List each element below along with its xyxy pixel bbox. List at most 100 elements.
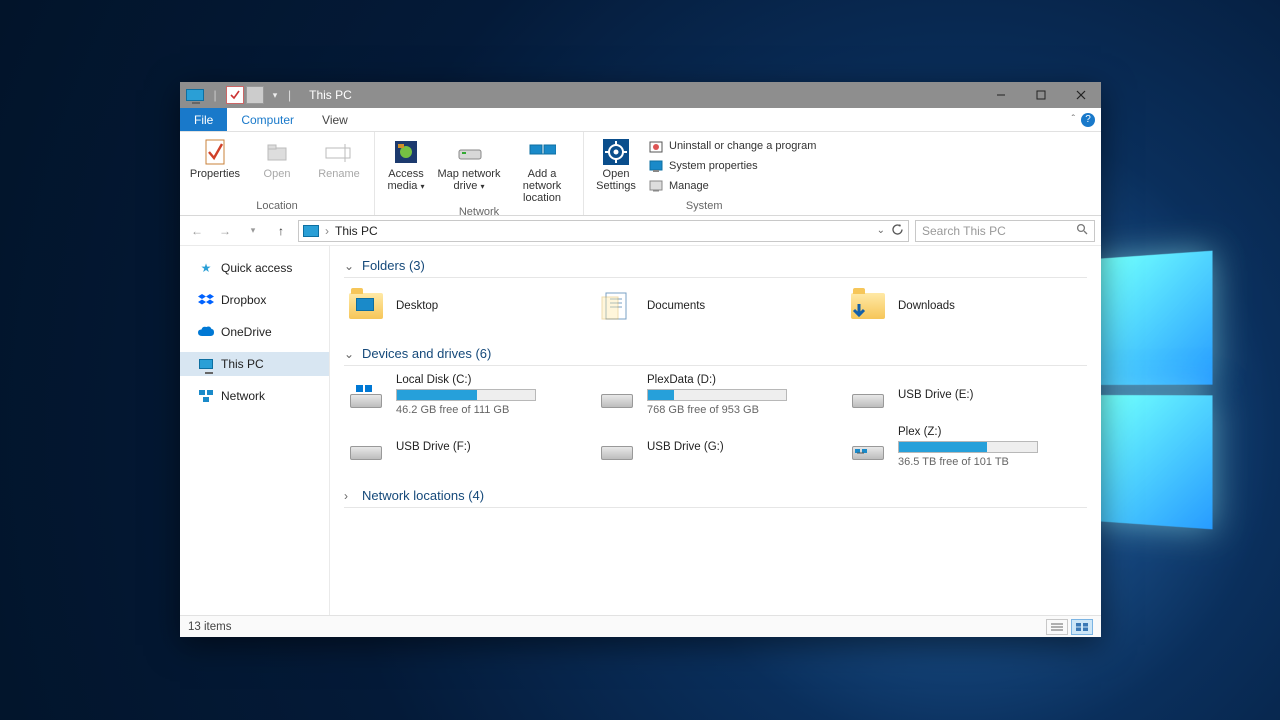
dropbox-icon <box>198 292 214 308</box>
star-icon: ★ <box>198 260 214 276</box>
drive-name: Plex (Z:) <box>898 426 1085 438</box>
manage-button[interactable]: Manage <box>646 176 818 196</box>
properties-qat-icon[interactable] <box>226 86 244 104</box>
tiles-view-button[interactable] <box>1071 619 1093 635</box>
drive-name: PlexData (D:) <box>647 374 834 386</box>
qat-unknown-icon[interactable] <box>246 86 264 104</box>
details-view-button[interactable] <box>1046 619 1068 635</box>
ribbon-group-network: Access media ▾ Map network drive ▾ Add a… <box>375 132 584 215</box>
close-button[interactable] <box>1061 82 1101 108</box>
capacity-bar <box>898 441 1038 453</box>
chevron-right-icon: › <box>344 489 356 503</box>
sidebar-item-dropbox[interactable]: Dropbox <box>180 288 329 312</box>
sidebar-item-quick-access[interactable]: ★ Quick access <box>180 256 329 280</box>
tab-file[interactable]: File <box>180 108 227 131</box>
drive-item[interactable]: Plex (Z:)36.5 TB free of 101 TB <box>846 424 1087 470</box>
address-dropdown-icon[interactable]: ⌄ <box>877 225 885 236</box>
uninstall-program-button[interactable]: Uninstall or change a program <box>646 136 818 156</box>
collapse-ribbon-icon[interactable]: ˆ <box>1072 114 1075 125</box>
onedrive-icon <box>198 324 214 340</box>
drive-item[interactable]: PlexData (D:) 768 GB free of 953 GB <box>595 372 836 418</box>
back-button[interactable]: ← <box>186 220 208 242</box>
navigation-row: ← → ▾ ↑ › This PC ⌄ Search This PC <box>180 216 1101 246</box>
drive-item[interactable]: USB Drive (E:) <box>846 372 1087 418</box>
properties-button[interactable]: Properties <box>186 134 244 180</box>
add-network-location-button[interactable]: Add a network location <box>507 134 577 204</box>
content-pane[interactable]: ⌄ Folders (3) DesktopDocumentsDownloads … <box>330 246 1101 615</box>
drive-icon <box>346 375 386 415</box>
folder-name: Downloads <box>898 300 1085 312</box>
drive-name: USB Drive (F:) <box>396 441 583 453</box>
up-button[interactable]: ↑ <box>270 220 292 242</box>
navigation-pane: ★ Quick access Dropbox OneDrive This P <box>180 246 330 615</box>
sidebar-item-onedrive[interactable]: OneDrive <box>180 320 329 344</box>
rename-button: Rename <box>310 134 368 180</box>
map-network-drive-button[interactable]: Map network drive ▾ <box>435 134 503 192</box>
chevron-down-icon: ⌄ <box>344 347 356 361</box>
recent-dropdown[interactable]: ▾ <box>242 220 264 242</box>
breadcrumb-this-pc[interactable]: This PC <box>335 224 378 238</box>
folder-icon <box>597 286 637 326</box>
ribbon-tabs: File Computer View ˆ ? <box>180 108 1101 132</box>
drive-icon <box>848 375 888 415</box>
folder-icon <box>848 286 888 326</box>
settings-gear-icon <box>602 138 630 166</box>
drive-icon <box>848 427 888 467</box>
tab-computer[interactable]: Computer <box>227 108 308 131</box>
drive-icon <box>597 375 637 415</box>
breadcrumb-sep: › <box>325 224 329 238</box>
drive-item[interactable]: Local Disk (C:) 46.2 GB free of 111 GB <box>344 372 585 418</box>
open-button: Open <box>248 134 306 180</box>
help-icon[interactable]: ? <box>1081 113 1095 127</box>
status-item-count: 13 items <box>188 621 231 633</box>
ribbon-group-location-label: Location <box>186 198 368 215</box>
group-header-folders[interactable]: ⌄ Folders (3) <box>344 254 1087 278</box>
network-sidebar-icon <box>198 388 214 404</box>
folder-item[interactable]: Desktop <box>344 284 585 328</box>
drive-name: USB Drive (G:) <box>647 441 834 453</box>
drive-item[interactable]: USB Drive (G:) <box>595 424 836 470</box>
folder-name: Desktop <box>396 300 583 312</box>
rename-icon <box>325 138 353 166</box>
tab-view[interactable]: View <box>308 108 362 131</box>
open-icon <box>263 138 291 166</box>
folder-item[interactable]: Documents <box>595 284 836 328</box>
ribbon: Properties Open Rename Location <box>180 132 1101 216</box>
search-icon[interactable] <box>1076 223 1088 238</box>
this-pc-sidebar-icon <box>198 356 214 372</box>
explorer-window: | ▾ | This PC File Computer View ˆ ? <box>180 82 1101 637</box>
maximize-button[interactable] <box>1021 82 1061 108</box>
drive-free-space: 768 GB free of 953 GB <box>647 404 834 416</box>
media-icon <box>392 138 420 166</box>
open-settings-button[interactable]: Open Settings <box>590 134 642 192</box>
search-box[interactable]: Search This PC <box>915 220 1095 242</box>
add-location-icon <box>528 138 556 166</box>
minimize-button[interactable] <box>981 82 1021 108</box>
sidebar-item-network[interactable]: Network <box>180 384 329 408</box>
capacity-bar <box>647 389 787 401</box>
drive-name: Local Disk (C:) <box>396 374 583 386</box>
uninstall-icon <box>648 138 664 154</box>
folder-icon <box>346 286 386 326</box>
refresh-icon[interactable] <box>891 223 904 239</box>
system-properties-button[interactable]: System properties <box>646 156 818 176</box>
forward-button[interactable]: → <box>214 220 236 242</box>
group-header-network-locations[interactable]: › Network locations (4) <box>344 484 1087 508</box>
qat-sep2: | <box>286 88 293 102</box>
drive-icon <box>597 427 637 467</box>
map-drive-icon <box>455 138 483 166</box>
qat-sep: | <box>206 86 224 104</box>
address-bar[interactable]: › This PC ⌄ <box>298 220 909 242</box>
qat-dropdown-icon[interactable]: ▾ <box>266 86 284 104</box>
ribbon-group-system-label: System <box>590 198 818 215</box>
status-bar: 13 items <box>180 615 1101 637</box>
search-placeholder: Search This PC <box>922 224 1006 238</box>
access-media-button[interactable]: Access media ▾ <box>381 134 431 192</box>
folder-item[interactable]: Downloads <box>846 284 1087 328</box>
sidebar-item-this-pc[interactable]: This PC <box>180 352 329 376</box>
drive-item[interactable]: USB Drive (F:) <box>344 424 585 470</box>
group-header-drives[interactable]: ⌄ Devices and drives (6) <box>344 342 1087 366</box>
drive-free-space: 46.2 GB free of 111 GB <box>396 404 583 416</box>
titlebar[interactable]: | ▾ | This PC <box>180 82 1101 108</box>
manage-icon <box>648 178 664 194</box>
